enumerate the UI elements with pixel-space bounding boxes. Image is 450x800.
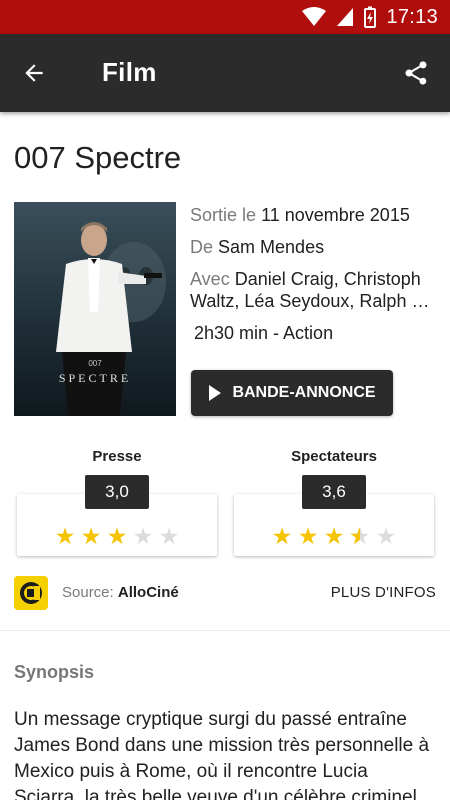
star-full-icon: ★ [271,523,293,549]
source-prefix: Source: [62,584,114,601]
toolbar-title: Film [102,57,157,87]
cast-label: Avec [190,269,230,289]
poster-logo-text: 007 [88,359,102,368]
audience-rating-stars: ★ ★ ★ ★ ★ [234,524,434,548]
release-date: 11 novembre 2015 [261,205,410,225]
press-rating-score: 3,0 [85,475,149,509]
app-toolbar: Film [0,34,450,112]
trailer-label: BANDE-ANNONCE [232,384,376,401]
source-text: Source: AlloCiné [62,584,179,601]
source-name: AlloCiné [117,584,179,601]
battery-charging-icon [364,6,377,28]
trailer-button[interactable]: BANDE-ANNONCE [191,370,393,416]
source-row: Source: AlloCiné PLUS D'INFOS [14,576,438,610]
movie-info: Sortie le 11 novembre 2015 De Sam Mendes… [190,204,440,354]
synopsis-title: Synopsis [14,662,95,682]
audience-rating-score: 3,6 [302,475,366,509]
status-icons: 17:13 [302,0,438,34]
wifi-icon [302,7,327,26]
cell-signal-icon [337,8,354,26]
movie-title: 007 Spectre [14,140,182,175]
star-full-icon: ★ [297,523,319,549]
star-full-icon: ★ [106,523,128,549]
more-info-button[interactable]: PLUS D'INFOS [331,584,436,601]
audience-rating: Spectateurs 3,6 ★ ★ ★ ★ ★ [234,448,434,556]
play-icon [209,385,222,401]
status-time: 17:13 [386,5,438,28]
synopsis-text: Un message cryptique surgi du passé entr… [14,709,430,800]
share-icon [405,61,427,85]
press-rating-stars: ★ ★ ★ ★ ★ [17,524,217,548]
star-full-icon: ★ [323,523,345,549]
star-empty-icon: ★ [375,523,397,549]
star-full-icon: ★ [54,523,76,549]
arrow-left-icon [25,64,43,82]
section-divider [0,630,450,631]
press-rating-label: Presse [92,448,142,465]
star-half-icon: ★ [349,524,371,548]
poster-title-text: SPECTRE [59,371,131,385]
release-line: Sortie le 11 novembre 2015 [190,204,440,226]
cast-line: Avec Daniel Craig, Christoph Waltz, Léa … [190,268,440,312]
movie-poster[interactable]: 007 SPECTRE [14,202,176,416]
release-label: Sortie le [190,205,257,225]
status-bar: 17:13 [0,0,450,34]
duration-genre: 2h30 min - Action [194,323,334,343]
director-label: De [190,237,214,257]
back-button[interactable] [14,53,54,93]
star-empty-icon: ★ [158,523,180,549]
press-rating: Presse 3,0 ★ ★ ★ ★ ★ [17,448,217,556]
star-empty-icon: ★ [132,523,154,549]
share-button[interactable] [396,53,436,93]
director-name: Sam Mendes [218,237,325,257]
star-full-icon: ★ [80,523,102,549]
audience-rating-label: Spectateurs [291,448,377,465]
director-line: De Sam Mendes [190,236,440,258]
poster-image: 007 SPECTRE [14,202,176,416]
allocine-logo-icon [14,576,48,610]
